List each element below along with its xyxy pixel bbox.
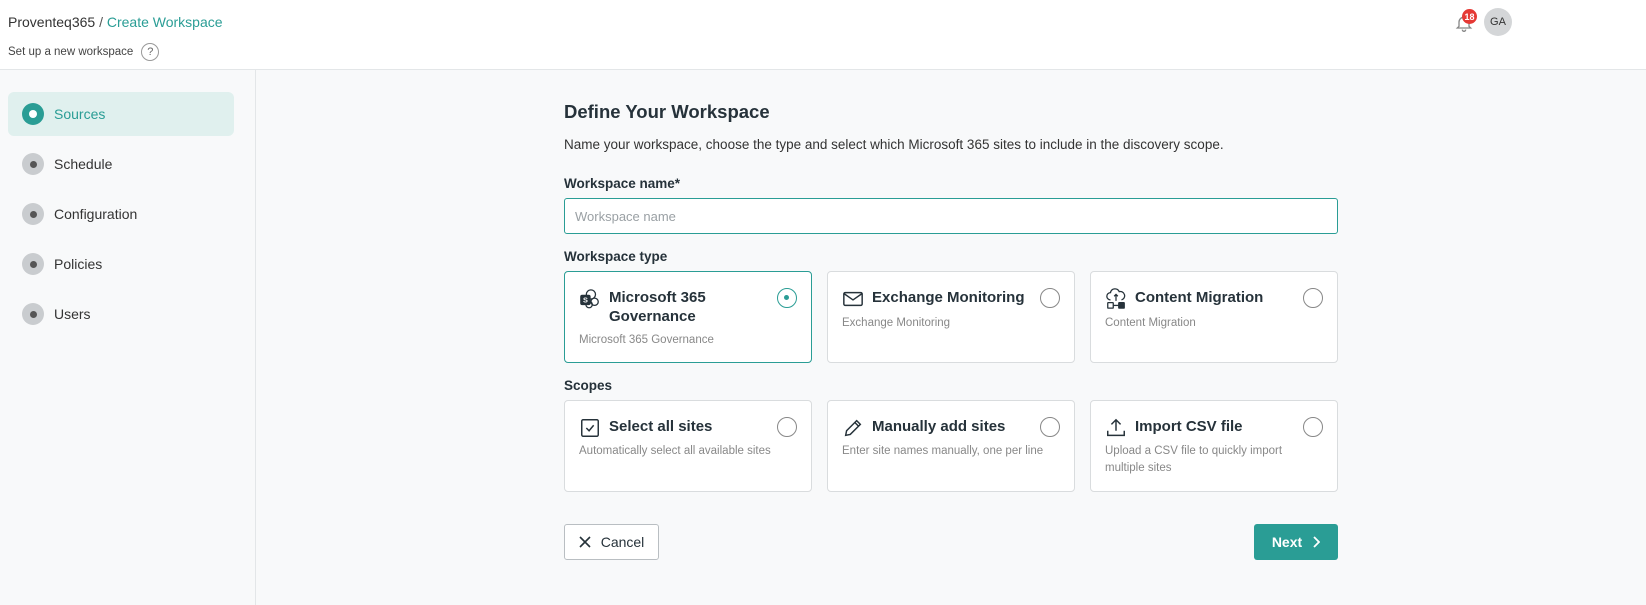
cancel-label: Cancel — [600, 534, 645, 550]
subtitle-text: Set up a new workspace — [8, 46, 134, 58]
step-indicator-icon — [22, 253, 44, 275]
card-description: Automatically select all available sites — [579, 445, 771, 457]
card-title: Import CSV file — [1135, 418, 1243, 435]
card-title: Exchange Monitoring — [872, 289, 1025, 306]
cloud-migration-icon — [1106, 288, 1126, 309]
page-title: Define Your Workspace — [564, 101, 770, 122]
card-title: Microsoft 365 Governance — [609, 289, 706, 325]
sidebar-item-label: Sources — [54, 106, 106, 122]
close-icon — [579, 536, 591, 548]
type-card-content-migration[interactable]: Content Migration Content Migration — [1090, 271, 1338, 363]
step-indicator-icon — [22, 103, 44, 125]
step-indicator-icon — [22, 203, 44, 225]
scope-card-select-all[interactable]: Select all sites Automatically select al… — [564, 400, 812, 492]
step-indicator-icon — [22, 303, 44, 325]
radio-button[interactable] — [777, 288, 797, 308]
notification-badge: 18 — [1462, 9, 1477, 24]
page-subtitle: Set up a new workspace ? — [8, 43, 160, 61]
sidebar-steps: Sources Schedule Configuration Policies … — [0, 70, 256, 605]
card-title: Content Migration — [1135, 289, 1264, 306]
card-description: Microsoft 365 Governance — [579, 334, 714, 346]
main-panel: Define Your Workspace Name your workspac… — [256, 70, 1646, 605]
sidebar-item-label: Schedule — [54, 156, 113, 172]
radio-button[interactable] — [1040, 417, 1060, 437]
scope-card-manual[interactable]: Manually add sites Enter site names manu… — [827, 400, 1075, 492]
step-indicator-icon — [22, 153, 44, 175]
next-button[interactable]: Next — [1254, 524, 1338, 560]
sharepoint-icon: S — [580, 289, 599, 309]
card-description: Upload a CSV file to quickly import mult… — [1105, 445, 1283, 474]
workspace-name-input[interactable] — [564, 198, 1338, 234]
page-description: Name your workspace, choose the type and… — [564, 137, 1224, 152]
card-title: Select all sites — [609, 418, 713, 435]
card-description: Content Migration — [1105, 317, 1196, 329]
sidebar-item-label: Policies — [54, 256, 103, 272]
scope-card-import-csv[interactable]: Import CSV file Upload a CSV file to qui… — [1090, 400, 1338, 492]
upload-icon — [1107, 418, 1125, 437]
cancel-button[interactable]: Cancel — [564, 524, 659, 560]
next-label: Next — [1271, 534, 1303, 550]
workspace-type-label: Workspace type — [564, 249, 668, 264]
type-card-m365-governance[interactable]: S Microsoft 365 Governance Microsoft 365… — [564, 271, 812, 363]
avatar[interactable]: GA — [1484, 8, 1512, 36]
sidebar-item-policies[interactable]: Policies — [8, 242, 234, 286]
radio-button[interactable] — [777, 417, 797, 437]
breadcrumb-current: Create Workspace — [106, 14, 223, 30]
sidebar-item-label: Configuration — [54, 206, 138, 222]
workspace-name-label: Workspace name* — [564, 176, 681, 191]
card-description: Enter site names manually, one per line — [842, 445, 1044, 457]
type-card-exchange-monitoring[interactable]: Exchange Monitoring Exchange Monitoring — [827, 271, 1075, 363]
breadcrumb-root[interactable]: Proventeq365 — [8, 14, 95, 30]
sidebar-item-users[interactable]: Users — [8, 292, 234, 336]
breadcrumb: Proventeq365 / Create Workspace — [8, 14, 223, 30]
checkbox-icon — [581, 419, 599, 437]
card-title: Manually add sites — [872, 418, 1006, 435]
scopes-label: Scopes — [564, 378, 613, 393]
sidebar-item-schedule[interactable]: Schedule — [8, 142, 234, 186]
radio-button[interactable] — [1303, 417, 1323, 437]
pencil-icon — [844, 419, 862, 437]
top-header: Proventeq365 / Create Workspace Set up a… — [0, 0, 1646, 70]
radio-button[interactable] — [1303, 288, 1323, 308]
radio-button[interactable] — [1040, 288, 1060, 308]
mail-icon — [843, 291, 863, 307]
card-description: Exchange Monitoring — [842, 317, 951, 329]
breadcrumb-separator: / — [99, 14, 103, 30]
sidebar-item-sources[interactable]: Sources — [8, 92, 234, 136]
sidebar-item-label: Users — [54, 306, 91, 322]
help-icon[interactable]: ? — [141, 43, 160, 61]
chevron-right-icon — [1313, 536, 1321, 548]
sidebar-item-configuration[interactable]: Configuration — [8, 192, 234, 236]
svg-text:S: S — [583, 296, 588, 305]
